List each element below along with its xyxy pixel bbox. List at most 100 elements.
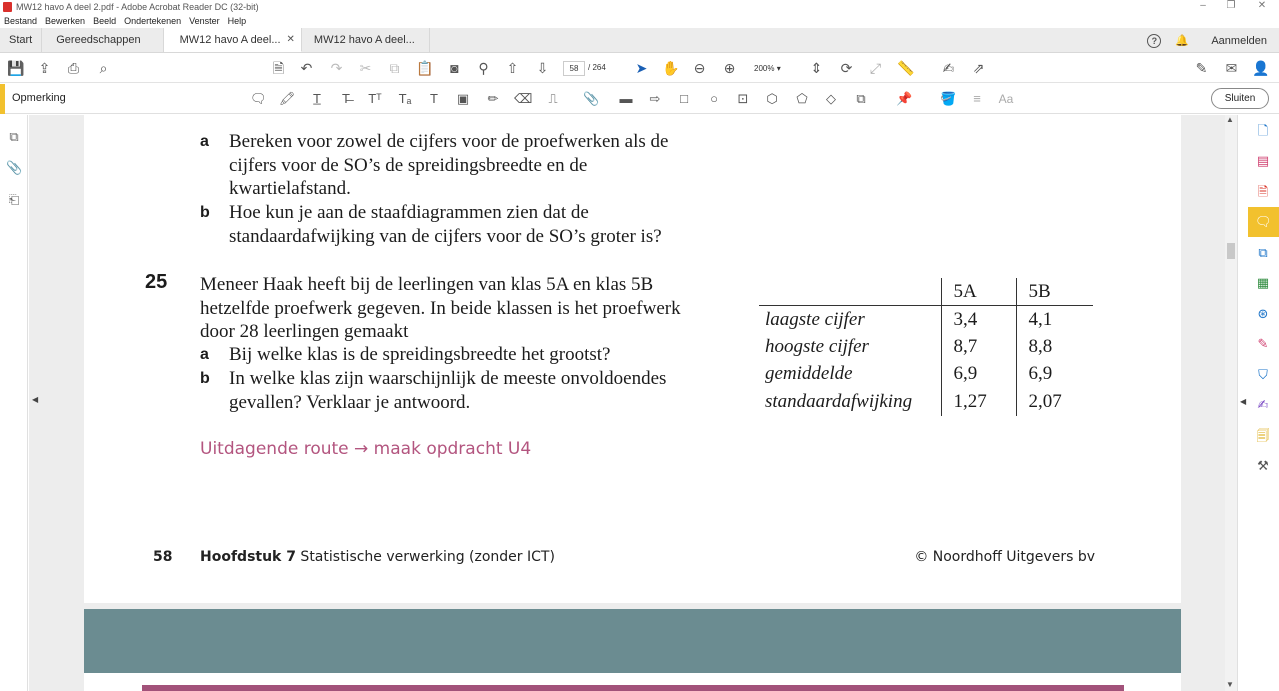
polygon-icon[interactable]: ⬡ (764, 91, 780, 107)
measure-icon[interactable]: 📏 (897, 60, 914, 77)
notification-bell-icon[interactable]: 🔔 (1175, 35, 1189, 47)
snapshot-icon[interactable]: ◙ (446, 60, 463, 77)
save-icon[interactable]: 💾 (7, 60, 24, 77)
row-label: gemiddelde (765, 363, 853, 385)
select-cursor-icon[interactable]: ➤ (633, 60, 650, 77)
cell-5b: 6,9 (1015, 360, 1093, 388)
print-icon[interactable]: ⎙ (65, 60, 82, 77)
page-tools-icon[interactable]: 🗎 (270, 60, 287, 77)
sticky-note-icon[interactable]: 🗨 (250, 91, 267, 107)
document-viewport[interactable]: ◀ a Bereken voor zowel de cijfers voor d… (29, 115, 1225, 691)
arrow-icon[interactable]: ⇨ (647, 91, 663, 107)
page-number-input[interactable]: 58 (563, 61, 585, 76)
fit-page-icon[interactable]: ⇕ (808, 60, 825, 77)
cut-icon[interactable]: ✂ (357, 60, 374, 77)
zoom-search-icon[interactable]: ⌕ (95, 60, 112, 77)
menu-venster[interactable]: Venster (189, 16, 220, 26)
eraser-icon[interactable]: ⌫ (514, 91, 532, 107)
attachments-icon[interactable]: 📎 (6, 160, 22, 176)
email-icon[interactable]: ✉ (1223, 60, 1240, 77)
sign-in-button[interactable]: Aanmelden (1211, 35, 1267, 47)
menu-bewerken[interactable]: Bewerken (45, 16, 85, 26)
close-tab-icon[interactable]: ✕ (287, 34, 295, 45)
line-icon[interactable]: ▬ (618, 91, 634, 107)
tab-document-2[interactable]: MW12 havo A deel... (302, 28, 430, 52)
line-weight-icon[interactable]: ≡ (969, 91, 985, 107)
comment-accent-bar (0, 84, 5, 114)
pink-banner (142, 685, 1124, 691)
upload-icon[interactable]: ⇪ (36, 60, 53, 77)
insert-text-icon[interactable]: Tₐ (397, 91, 413, 107)
underline-text-icon[interactable]: T̲ (309, 91, 325, 107)
send-icon[interactable]: ⇗ (970, 60, 987, 77)
cloud-icon[interactable]: ⬠ (794, 91, 810, 107)
page-thumbnails-icon[interactable]: ⧉ (6, 129, 22, 145)
cell-5b: 4,1 (1015, 305, 1093, 333)
window-title: MW12 havo A deel 2.pdf - Adobe Acrobat R… (16, 2, 259, 12)
copy-icon[interactable]: ⧉ (386, 60, 403, 77)
menu-bestand[interactable]: Bestand (4, 16, 37, 26)
strikethrough-icon[interactable]: T̶ (338, 91, 354, 107)
paste-icon[interactable]: 📋 (416, 60, 433, 77)
menu-beeld[interactable]: Beeld (93, 16, 116, 26)
tab-tools[interactable]: Gereedschappen (42, 28, 164, 52)
text-box-icon[interactable]: ▣ (455, 91, 471, 107)
create-pdf-icon[interactable]: 🗋 (1255, 123, 1271, 139)
scroll-down-icon[interactable]: ▼ (1226, 680, 1234, 689)
edit-sign-icon[interactable]: ✎ (1193, 60, 1210, 77)
scan-icon[interactable]: ⊛ (1255, 306, 1271, 322)
export-pdf-icon[interactable]: 🗎 (1255, 184, 1271, 200)
fill-sign-tool-icon[interactable]: ✎ (1255, 336, 1271, 352)
pencil-icon[interactable]: ✏ (485, 91, 501, 107)
maximize-icon[interactable]: ❐ (1214, 0, 1248, 14)
find-icon[interactable]: ⚲ (475, 60, 492, 77)
shape-tools-icon[interactable]: ⧉ (853, 91, 869, 107)
hand-tool-icon[interactable]: ✋ (662, 60, 679, 77)
replace-text-icon[interactable]: Tᵀ (367, 91, 383, 107)
collapse-left-pane-icon[interactable]: ◀ (32, 395, 38, 404)
zoom-in-icon[interactable]: ⊕ (721, 60, 738, 77)
collapse-right-pane-icon[interactable]: ◀ (1240, 397, 1246, 406)
zoom-out-icon[interactable]: ⊖ (691, 60, 708, 77)
close-comment-button[interactable]: Sluiten (1211, 88, 1269, 109)
redo-icon[interactable]: ↷ (328, 60, 345, 77)
menu-help[interactable]: Help (228, 16, 247, 26)
combine-files-icon[interactable]: ⧉ (1255, 245, 1271, 261)
close-window-icon[interactable]: ✕ (1245, 0, 1279, 14)
oval-icon[interactable]: ○ (706, 91, 722, 107)
page-down-icon[interactable]: ⇩ (534, 60, 551, 77)
scrollbar-thumb[interactable] (1227, 243, 1235, 259)
zoom-dropdown[interactable]: 200% ▾ (748, 61, 796, 76)
layers-icon[interactable]: ⎗ (6, 192, 22, 208)
send-review-icon[interactable]: 🗐 (1255, 428, 1271, 444)
tab-document-active[interactable]: MW12 havo A deel... ✕ (163, 28, 302, 52)
share-user-icon[interactable]: 👤 (1252, 60, 1269, 77)
request-signature-icon[interactable]: ✍ (1255, 397, 1271, 413)
page-up-icon[interactable]: ⇧ (504, 60, 521, 77)
add-text-icon[interactable]: T (426, 91, 442, 107)
undo-icon[interactable]: ↶ (298, 60, 315, 77)
stamp-icon[interactable]: ⎍ (545, 91, 561, 107)
callout-icon[interactable]: ⊡ (735, 91, 751, 107)
protect-shield-icon[interactable]: ⛉ (1255, 367, 1271, 383)
more-tools-icon[interactable]: ⚒ (1255, 458, 1271, 474)
highlight-icon[interactable]: 🖍 (279, 91, 296, 107)
fill-color-icon[interactable]: 🪣 (940, 91, 956, 107)
scroll-up-icon[interactable]: ▲ (1226, 115, 1234, 124)
menu-ondertekenen[interactable]: Ondertekenen (124, 16, 181, 26)
full-screen-icon[interactable]: ⤢ (867, 60, 884, 77)
help-icon[interactable]: ? (1147, 33, 1162, 48)
organize-pages-icon[interactable]: ▤ (1255, 153, 1271, 169)
vertical-scrollbar[interactable]: ▲ ▼ (1225, 115, 1237, 691)
menu-bar: Bestand Bewerken Beeld Ondertekenen Vens… (0, 14, 1279, 28)
fill-sign-icon[interactable]: ✍ (940, 60, 957, 77)
attach-file-icon[interactable]: 📎 (583, 91, 599, 107)
font-icon[interactable]: Aa (998, 91, 1014, 107)
tab-home[interactable]: Start (0, 28, 43, 52)
comment-tool-icon[interactable]: 🗨 (1255, 214, 1272, 230)
pin-icon[interactable]: 📌 (896, 91, 912, 107)
rotate-icon[interactable]: ⟳ (838, 60, 855, 77)
excel-export-icon[interactable]: ▦ (1255, 275, 1271, 291)
polyline-icon[interactable]: ◇ (823, 91, 839, 107)
rectangle-icon[interactable]: □ (676, 91, 692, 107)
